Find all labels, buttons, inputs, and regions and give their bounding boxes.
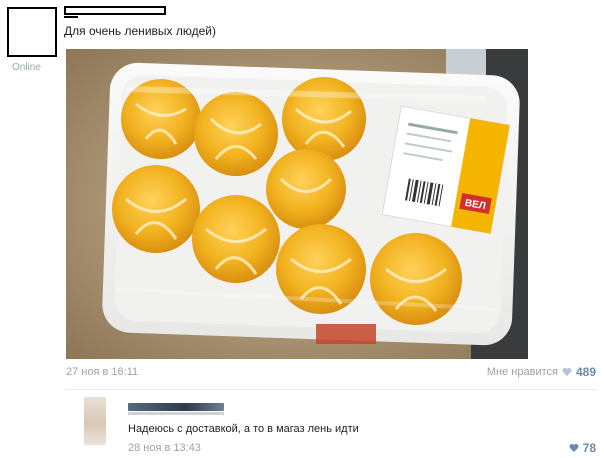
comment-like-count: 78 [582,441,596,455]
heart-icon [569,444,579,452]
post-like-button[interactable]: Мне нравится 489 [487,365,596,379]
author-name-mark [64,16,78,18]
online-status: Online [12,62,41,73]
comment-text: Надеюсь с доставкой, а то в магаз лень и… [128,423,359,435]
like-label: Мне нравится [486,366,558,378]
comment-author-name-redacted[interactable] [128,403,224,415]
comment-date[interactable]: 28 ноя в 13:43 [128,442,201,454]
post-date[interactable]: 27 ноя в 16:11 [66,366,138,378]
post-photo[interactable]: ВЕЛ [66,49,528,359]
author-avatar[interactable] [7,7,57,57]
comment-author-avatar[interactable] [84,397,106,445]
oranges-tray-image: ВЕЛ [66,49,528,359]
author-name-redacted[interactable] [64,6,166,15]
post-text: Для очень ленивых людей) [64,24,216,38]
like-count: 489 [575,365,596,379]
divider [66,389,596,390]
comment-like-button[interactable]: 78 [569,441,596,455]
heart-icon [562,368,572,376]
